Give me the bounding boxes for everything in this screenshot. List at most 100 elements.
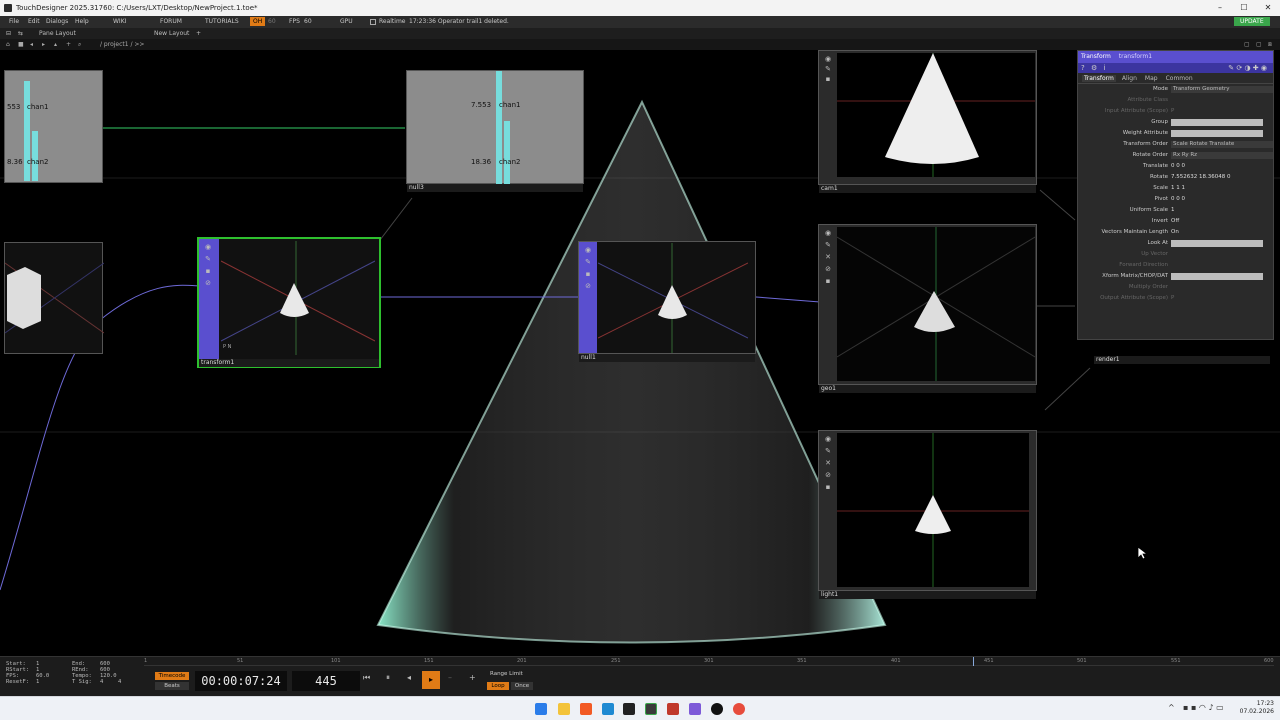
back-icon[interactable]: ◂ — [30, 39, 33, 50]
playhead[interactable] — [973, 657, 974, 666]
null1-node[interactable]: ◉ ✎ ▪ ⊘ null1 — [578, 241, 756, 362]
close-icon[interactable]: ✕ — [1256, 0, 1280, 16]
viewer-icon[interactable]: ◉ — [204, 243, 212, 251]
loop-toggle[interactable]: Loop — [487, 682, 509, 690]
cam1-node[interactable]: ◉ ✎ ▪ cam1 — [818, 50, 1037, 193]
menu-file[interactable]: File — [9, 16, 19, 28]
clock[interactable]: 17:23 07.02.2026 — [1238, 700, 1274, 716]
bypass-icon[interactable]: ⊘ — [824, 471, 832, 479]
render1-node-label[interactable]: render1 — [1094, 356, 1270, 364]
param-field[interactable] — [1171, 119, 1263, 126]
viewer-icon[interactable]: ◉ — [824, 55, 832, 63]
pane-option2-icon[interactable]: ▢ — [1256, 39, 1262, 50]
minimize-icon[interactable]: – — [1208, 0, 1232, 16]
step-back-icon[interactable]: ◂ — [407, 673, 411, 682]
pane-close-icon[interactable]: ⧈ — [1268, 39, 1272, 50]
light1-node[interactable]: ◉ ✎ ✕ ⊘ ▪ light1 — [818, 430, 1037, 599]
info-icon[interactable]: ▪ — [204, 267, 212, 275]
info-icon[interactable]: ▪ — [584, 270, 592, 278]
forward-icon[interactable]: ▸ — [42, 39, 45, 50]
pane-option-icon[interactable]: ▢ — [1244, 39, 1250, 50]
box-node[interactable] — [4, 242, 105, 354]
null3-node[interactable]: 7.553 chan1 18.36 chan2 null3 — [406, 70, 584, 192]
param-menu[interactable]: Rx Ry Rz — [1171, 152, 1273, 159]
chop-node-left[interactable]: 553 chan1 8.36 chan2 — [4, 70, 103, 183]
bypass-icon[interactable]: ⊘ — [204, 279, 212, 287]
new-layout-tab[interactable]: New Layout — [154, 28, 189, 39]
beats-toggle[interactable]: Beats — [155, 682, 189, 690]
close-icon[interactable]: ✕ — [824, 459, 832, 467]
play-button[interactable]: ▸ — [422, 671, 440, 689]
bypass-icon[interactable]: ⊘ — [584, 282, 592, 290]
info-icon[interactable]: ▪ — [824, 277, 832, 285]
home-icon[interactable]: ⌂ — [6, 39, 10, 50]
param-options-icons[interactable]: ✎ ⟳ ◑ ✚ ◉ — [1228, 63, 1267, 73]
gpu-label[interactable]: GPU — [340, 16, 353, 28]
pause-icon[interactable]: ⏸ — [386, 673, 390, 683]
param-menu[interactable]: Scale Rotate Translate — [1171, 141, 1273, 148]
param-field[interactable] — [1171, 130, 1263, 137]
network-path[interactable]: / project1 / >> — [100, 39, 144, 50]
start-icon[interactable] — [535, 703, 547, 715]
param-value[interactable]: 7.552632 18.36048 0 — [1171, 172, 1230, 183]
param-value[interactable]: On — [1171, 227, 1179, 238]
once-toggle[interactable]: Once — [511, 682, 533, 690]
param-value[interactable]: Off — [1171, 216, 1179, 227]
rewind-icon[interactable]: ⏮ — [363, 673, 370, 683]
python-icon[interactable]: ⚙ — [1091, 64, 1097, 72]
pane-menu-icon[interactable]: ⊟ — [6, 28, 11, 39]
geo1-node[interactable]: ◉ ✎ ✕ ⊘ ▪ geo1 — [818, 224, 1037, 393]
parameter-panel[interactable]: Transform transform1 ? ⚙ i ✎ ⟳ ◑ ✚ ◉ Tra… — [1077, 50, 1274, 340]
tray-icons[interactable]: ▪ ▪ ◠ ♪ ▭ — [1183, 703, 1224, 712]
param-tab-common[interactable]: Common — [1164, 75, 1195, 82]
maximize-icon[interactable]: ☐ — [1232, 0, 1256, 16]
file-explorer-icon[interactable] — [558, 703, 570, 715]
tsig-a[interactable]: 4 — [100, 679, 103, 685]
param-tab-map[interactable]: Map — [1143, 75, 1160, 82]
terminal-icon[interactable] — [623, 703, 635, 715]
close-icon[interactable]: ✕ — [824, 253, 832, 261]
info-icon[interactable]: ▪ — [824, 75, 832, 83]
param-value[interactable]: 1 — [1171, 205, 1175, 216]
param-field[interactable] — [1171, 240, 1263, 247]
info-icon[interactable]: i — [1103, 64, 1105, 72]
info-icon[interactable]: ▪ — [824, 483, 832, 491]
step-forward-icon[interactable]: + — [469, 673, 476, 682]
param-menu[interactable]: Transform Geometry — [1171, 86, 1273, 93]
edit-icon[interactable]: ✎ — [824, 65, 832, 73]
edit-icon[interactable]: ✎ — [204, 255, 212, 263]
oh-badge[interactable]: OH — [250, 17, 266, 26]
realtime-checkbox[interactable] — [370, 19, 376, 25]
stop-icon[interactable]: ■ — [18, 39, 24, 50]
pane-layout-tab[interactable]: Pane Layout — [39, 28, 76, 39]
edit-icon[interactable]: ✎ — [824, 241, 832, 249]
timecode-toggle[interactable]: Timecode — [155, 672, 189, 680]
edit-icon[interactable]: ✎ — [824, 447, 832, 455]
davinci-icon[interactable] — [733, 703, 745, 715]
time-display[interactable]: 00:00:07:24 — [195, 671, 287, 691]
search-icon[interactable]: ⌕ — [78, 39, 81, 50]
update-button[interactable]: UPDATE — [1234, 17, 1270, 26]
pane-split-icon[interactable]: ⇆ — [18, 28, 23, 39]
transform1-node[interactable]: ◉ ✎ ▪ ⊘ P N transform1 — [197, 237, 381, 368]
param-tab-transform[interactable]: Transform — [1082, 75, 1116, 82]
param-op-name[interactable]: transform1 — [1119, 53, 1152, 60]
resetf-value[interactable]: 1 — [36, 679, 39, 685]
param-field[interactable] — [1171, 273, 1263, 280]
link-tutorials[interactable]: TUTORIALS — [205, 16, 239, 28]
help-icon[interactable]: ? — [1081, 64, 1085, 72]
viewer-icon[interactable]: ◉ — [584, 246, 592, 254]
menu-edit[interactable]: Edit — [28, 16, 40, 28]
link-wiki[interactable]: WIKI — [113, 16, 126, 28]
param-value[interactable]: 0 0 0 — [1171, 161, 1185, 172]
frame-display[interactable]: 445 — [292, 671, 360, 691]
add-layout-button[interactable]: + — [196, 28, 201, 39]
tray-chevron-icon[interactable]: ^ — [1168, 703, 1175, 712]
tsig-b[interactable]: 4 — [118, 679, 121, 685]
viewer-icon[interactable]: ◉ — [824, 435, 832, 443]
param-value[interactable]: 0 0 0 — [1171, 194, 1185, 205]
timeline-ruler[interactable]: 1 51 101 151 201 251 301 351 401 451 501 551 600 — [144, 657, 1274, 666]
link-forum[interactable]: FORUM — [160, 16, 182, 28]
param-value[interactable]: 1 1 1 — [1171, 183, 1185, 194]
edit-icon[interactable]: ✎ — [584, 258, 592, 266]
